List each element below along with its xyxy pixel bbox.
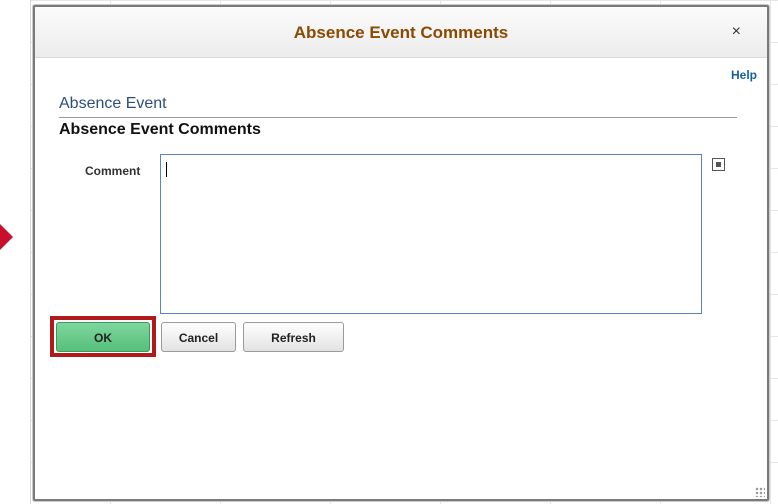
comment-label: Comment [85,164,141,178]
dialog-header: Absence Event Comments × [35,7,767,58]
resize-grip-icon[interactable] [755,487,765,497]
refresh-button[interactable]: Refresh [243,322,344,352]
expand-field-icon[interactable] [712,158,725,171]
dialog-title: Absence Event Comments [293,23,509,42]
help-link[interactable]: Help [731,68,757,82]
background-left-strip [0,0,31,504]
section-title: Absence Event [59,95,167,112]
comment-textarea[interactable] [160,154,702,314]
absence-event-comments-dialog: Absence Event Comments × Help Absence Ev… [33,5,769,501]
cancel-button[interactable]: Cancel [161,322,236,352]
section-divider [59,117,737,118]
close-icon[interactable]: × [732,23,741,41]
section-subtitle: Absence Event Comments [59,121,261,138]
screen: Absence Event Comments × Help Absence Ev… [0,0,778,504]
text-cursor [166,162,167,177]
ok-button[interactable]: OK [56,322,150,352]
red-pointer-arrow-icon [0,224,13,250]
